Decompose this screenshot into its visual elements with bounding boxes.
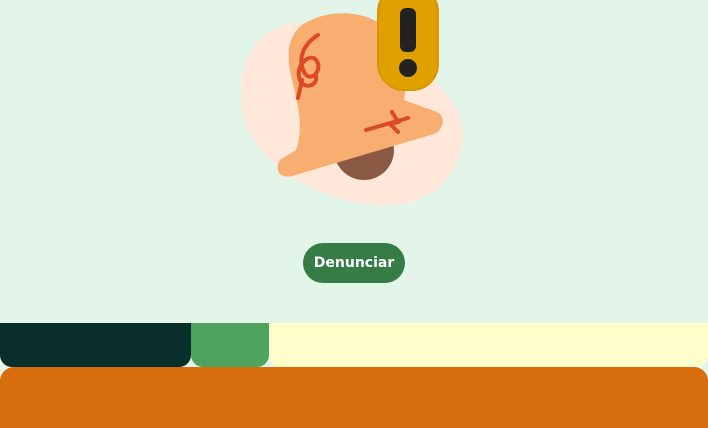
report-button[interactable]: Denunciar xyxy=(303,243,405,283)
alert-mark-bar xyxy=(400,8,416,52)
footer-band-orange xyxy=(0,367,708,428)
alert-mark-dot xyxy=(399,59,417,77)
bell-alert-icon xyxy=(240,0,463,206)
color-band-dark xyxy=(0,323,191,367)
hero-section: Denunciar xyxy=(0,0,708,323)
color-band-cream xyxy=(269,323,708,367)
color-band-green xyxy=(191,323,269,367)
